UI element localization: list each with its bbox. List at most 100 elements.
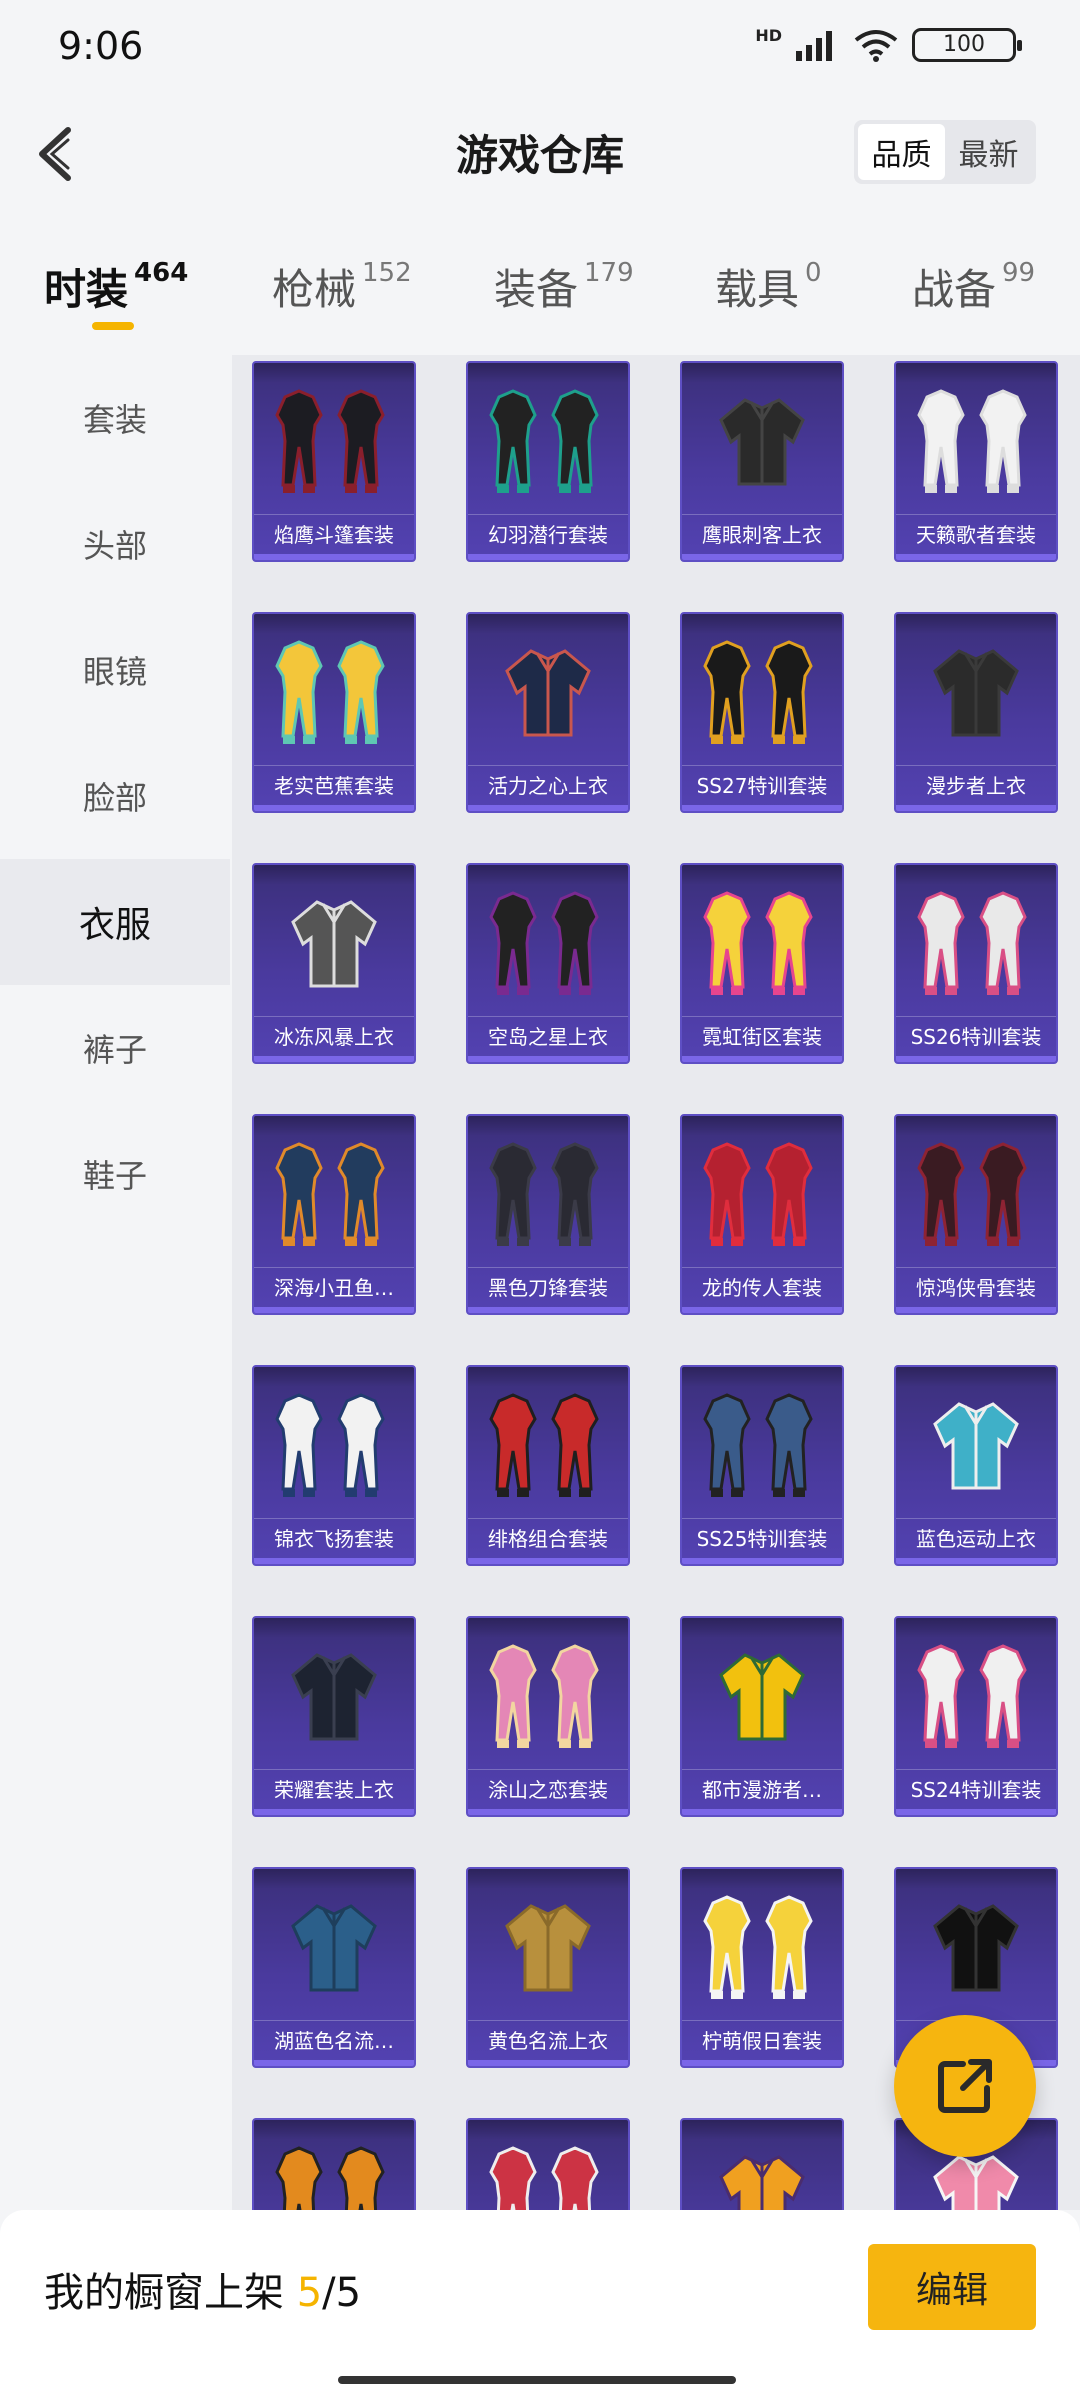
active-tab-indicator xyxy=(92,322,134,330)
edit-button[interactable]: 编辑 xyxy=(868,2244,1036,2330)
item-name: 涂山之恋套装 xyxy=(468,1769,628,1809)
sidebar: 套装 头部 眼镜 脸部 衣服 裤子 鞋子 xyxy=(0,355,230,2205)
item-card[interactable]: 蓝色运动上衣 xyxy=(894,1365,1058,1566)
item-grid: 焰鹰斗篷套装 幻羽潜行套装 鹰眼刺客上衣 天籁歌者套装老实芭蕉套装 活力之心上衣 SS27… xyxy=(252,361,1058,2210)
sort-quality-button[interactable]: 品质 xyxy=(858,124,945,180)
item-card[interactable]: 都市漫游者… xyxy=(680,1616,844,1817)
item-card[interactable]: 深海小丑鱼… xyxy=(252,1114,416,1315)
item-name: 黄色名流上衣 xyxy=(468,2020,628,2060)
item-card[interactable]: 绯格组合套装 xyxy=(466,1365,630,1566)
item-card[interactable] xyxy=(252,2118,416,2210)
header: 游戏仓库 品质 最新 xyxy=(0,100,1080,210)
item-name: 柠萌假日套装 xyxy=(682,2020,842,2060)
tab-vehicles[interactable]: 载具 0 xyxy=(715,256,822,317)
item-card[interactable]: 涂山之恋套装 xyxy=(466,1616,630,1817)
item-name: 龙的传人套装 xyxy=(682,1267,842,1307)
tab-count: 0 xyxy=(805,258,822,288)
sidebar-item-head[interactable]: 头部 xyxy=(0,481,230,607)
quality-bar xyxy=(682,554,842,560)
item-card[interactable]: 鹰眼刺客上衣 xyxy=(680,361,844,562)
item-card[interactable] xyxy=(680,2118,844,2210)
tab-label: 装备 xyxy=(494,265,579,314)
sidebar-item-pants[interactable]: 裤子 xyxy=(0,985,230,1111)
outfit-icon xyxy=(254,622,414,762)
quality-bar xyxy=(896,1307,1056,1313)
jacket-icon xyxy=(682,371,842,511)
item-card[interactable]: 活力之心上衣 xyxy=(466,612,630,813)
hd-badge: HD xyxy=(755,26,782,45)
outfit-icon xyxy=(468,1375,628,1515)
item-name: 漫步者上衣 xyxy=(896,765,1056,805)
item-card[interactable]: 黄色名流上衣 xyxy=(466,1867,630,2068)
item-card[interactable]: 黑色刀锋套装 xyxy=(466,1114,630,1315)
item-card[interactable]: 龙的传人套装 xyxy=(680,1114,844,1315)
battery-icon: 100 xyxy=(912,28,1022,62)
item-card[interactable]: 老实芭蕉套装 xyxy=(252,612,416,813)
jacket-icon xyxy=(254,1626,414,1766)
outfit-icon xyxy=(682,622,842,762)
tab-label: 战备 xyxy=(912,265,997,314)
item-card[interactable]: SS26特训套装 xyxy=(894,863,1058,1064)
item-card[interactable]: 空岛之星上衣 xyxy=(466,863,630,1064)
item-card[interactable]: 幻羽潜行套装 xyxy=(466,361,630,562)
share-button[interactable] xyxy=(894,2015,1036,2157)
item-card[interactable]: SS25特训套装 xyxy=(680,1365,844,1566)
quality-bar xyxy=(254,554,414,560)
quality-bar xyxy=(682,1307,842,1313)
outfit-icon xyxy=(468,1626,628,1766)
battery-level: 100 xyxy=(943,32,985,57)
item-name: 锦衣飞扬套装 xyxy=(254,1518,414,1558)
sidebar-item-face[interactable]: 脸部 xyxy=(0,733,230,859)
item-name: 都市漫游者… xyxy=(682,1769,842,1809)
quality-bar xyxy=(896,554,1056,560)
item-name: SS27特训套装 xyxy=(682,765,842,805)
item-name: 绯格组合套装 xyxy=(468,1518,628,1558)
quality-bar xyxy=(468,554,628,560)
quality-bar xyxy=(682,1056,842,1062)
item-card[interactable]: 湖蓝色名流… xyxy=(252,1867,416,2068)
tab-firearms[interactable]: 枪械 152 xyxy=(272,256,412,317)
item-card[interactable]: 锦衣飞扬套装 xyxy=(252,1365,416,1566)
item-card[interactable]: 惊鸿侠骨套装 xyxy=(894,1114,1058,1315)
quality-bar xyxy=(468,1056,628,1062)
item-name: 冰冻风暴上衣 xyxy=(254,1016,414,1056)
outfit-icon xyxy=(896,1626,1056,1766)
shelf-total: /5 xyxy=(322,2270,362,2316)
item-card[interactable]: 焰鹰斗篷套装 xyxy=(252,361,416,562)
quality-bar xyxy=(468,805,628,811)
item-card[interactable]: 柠萌假日套装 xyxy=(680,1867,844,2068)
item-name: 湖蓝色名流… xyxy=(254,2020,414,2060)
sidebar-item-shoes[interactable]: 鞋子 xyxy=(0,1111,230,1237)
item-name: 黑色刀锋套装 xyxy=(468,1267,628,1307)
outfit-icon xyxy=(468,2128,628,2210)
tab-fashion[interactable]: 时装 464 xyxy=(44,256,188,317)
outfit-icon xyxy=(254,2128,414,2210)
shelf-current-count: 5 xyxy=(296,2270,323,2316)
sidebar-item-sets[interactable]: 套装 xyxy=(0,355,230,481)
shelf-label: 我的橱窗上架 xyxy=(44,2270,284,2316)
home-indicator[interactable] xyxy=(338,2376,736,2384)
item-name: 焰鹰斗篷套装 xyxy=(254,514,414,554)
sort-latest-button[interactable]: 最新 xyxy=(945,124,1032,180)
quality-bar xyxy=(254,1558,414,1564)
item-name: 老实芭蕉套装 xyxy=(254,765,414,805)
item-name: 深海小丑鱼… xyxy=(254,1267,414,1307)
item-name: 惊鸿侠骨套装 xyxy=(896,1267,1056,1307)
quality-bar xyxy=(896,1809,1056,1815)
sidebar-item-glasses[interactable]: 眼镜 xyxy=(0,607,230,733)
tab-count: 99 xyxy=(1002,258,1036,288)
item-card[interactable]: 冰冻风暴上衣 xyxy=(252,863,416,1064)
item-card[interactable]: 漫步者上衣 xyxy=(894,612,1058,813)
item-card[interactable]: SS27特训套装 xyxy=(680,612,844,813)
tab-label: 时装 xyxy=(44,265,129,314)
item-card[interactable]: 天籁歌者套装 xyxy=(894,361,1058,562)
item-card[interactable]: 霓虹街区套装 xyxy=(680,863,844,1064)
sidebar-item-clothes[interactable]: 衣服 xyxy=(0,859,230,985)
signal-icon xyxy=(796,31,832,61)
tab-supplies[interactable]: 战备 99 xyxy=(912,256,1035,317)
outfit-icon xyxy=(468,873,628,1013)
item-card[interactable]: SS24特训套装 xyxy=(894,1616,1058,1817)
item-card[interactable] xyxy=(466,2118,630,2210)
item-card[interactable]: 荣耀套装上衣 xyxy=(252,1616,416,1817)
tab-equipment[interactable]: 装备 179 xyxy=(494,256,634,317)
